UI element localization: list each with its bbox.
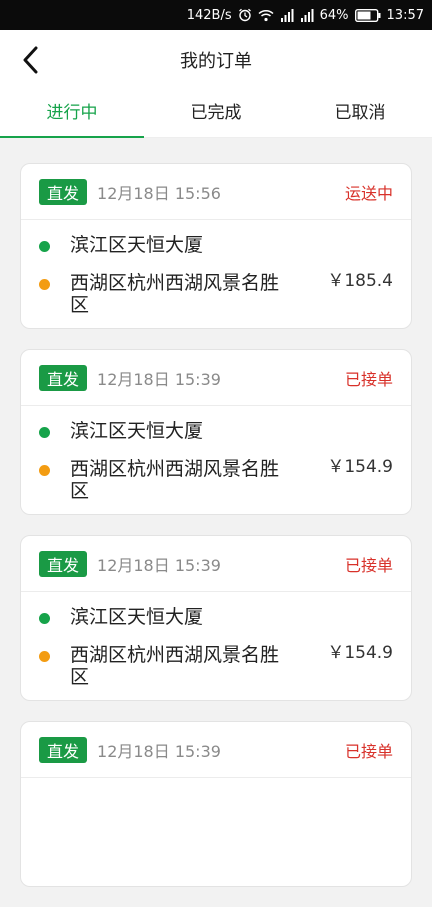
order-time: 12月18日 15:39 [97, 369, 221, 389]
order-card[interactable]: 直发 12月18日 15:56 运送中 滨江区天恒大厦 西湖区杭州西湖风景名胜区… [20, 163, 412, 329]
signal-icon-2 [300, 8, 314, 22]
order-card-header: 直发 12月18日 15:39 已接单 [21, 722, 411, 778]
back-button[interactable] [14, 44, 46, 76]
alarm-icon [238, 8, 252, 22]
origin-dot-icon [39, 613, 50, 624]
order-status: 已接单 [344, 369, 393, 389]
tab-cancelled[interactable]: 已取消 [288, 90, 432, 137]
order-card[interactable]: 直发 12月18日 15:39 已接单 滨江区天恒大厦 西湖区杭州西湖风景名胜区… [20, 349, 412, 515]
order-price: ￥154.9 [327, 643, 393, 663]
destination-dot-icon [39, 279, 50, 290]
origin-address-text: 滨江区天恒大厦 [70, 420, 204, 442]
origin-address-text: 滨江区天恒大厦 [70, 606, 204, 628]
destination-dot-icon [39, 651, 50, 662]
chevron-left-icon [23, 46, 38, 74]
tab-bar: 进行中 已完成 已取消 [0, 90, 432, 138]
order-status: 已接单 [344, 741, 393, 761]
order-type-badge: 直发 [39, 550, 88, 577]
destination-address-text: 西湖区杭州西湖风景名胜区 [70, 272, 280, 316]
origin-dot-icon [39, 241, 50, 252]
order-card-body: 滨江区天恒大厦 西湖区杭州西湖风景名胜区 ￥154.9 [21, 592, 411, 700]
order-time: 12月18日 15:39 [97, 741, 221, 761]
origin-address-text: 滨江区天恒大厦 [70, 234, 204, 256]
origin-address: 滨江区天恒大厦 [39, 234, 299, 256]
origin-address: 滨江区天恒大厦 [39, 420, 299, 442]
order-card-header: 直发 12月18日 15:39 已接单 [21, 536, 411, 592]
order-list: 直发 12月18日 15:56 运送中 滨江区天恒大厦 西湖区杭州西湖风景名胜区… [20, 163, 412, 907]
destination-address-text: 西湖区杭州西湖风景名胜区 [70, 458, 280, 502]
tab-in-progress[interactable]: 进行中 [0, 90, 144, 138]
network-speed: 142B/s [186, 7, 232, 23]
order-status: 运送中 [344, 183, 393, 203]
order-status: 已接单 [344, 555, 393, 575]
tab-completed[interactable]: 已完成 [144, 90, 288, 137]
destination-address: 西湖区杭州西湖风景名胜区 [39, 458, 299, 502]
battery-icon [354, 8, 381, 22]
status-bar: 142B/s 64% 13:57 [0, 0, 432, 30]
order-card-body: 滨江区天恒大厦 西湖区杭州西湖风景名胜区 ￥154.9 [21, 406, 411, 514]
order-card-body: 滨江区天恒大厦 西湖区杭州西湖风景名胜区 ￥185.4 [21, 220, 411, 328]
battery-percent: 64% [319, 7, 349, 23]
signal-icon [280, 8, 294, 22]
origin-dot-icon [39, 427, 50, 438]
order-type-badge: 直发 [39, 364, 88, 391]
destination-address: 西湖区杭州西湖风景名胜区 [39, 272, 299, 316]
wifi-icon [258, 9, 274, 22]
order-time: 12月18日 15:39 [97, 555, 221, 575]
page-title: 我的订单 [180, 51, 252, 72]
order-card-header: 直发 12月18日 15:56 运送中 [21, 164, 411, 220]
app-bar: 我的订单 [0, 30, 432, 90]
origin-address: 滨江区天恒大厦 [39, 606, 299, 628]
order-type-badge: 直发 [39, 736, 88, 763]
order-card[interactable]: 直发 12月18日 15:39 已接单 滨江区天恒大厦 西湖区杭州西湖风景名胜区… [20, 535, 412, 701]
order-price: ￥185.4 [327, 271, 393, 291]
order-card[interactable]: 直发 12月18日 15:39 已接单 [20, 721, 412, 887]
destination-address: 西湖区杭州西湖风景名胜区 [39, 644, 299, 688]
clock: 13:57 [386, 7, 424, 23]
order-time: 12月18日 15:56 [97, 183, 221, 203]
order-price: ￥154.9 [327, 457, 393, 477]
destination-address-text: 西湖区杭州西湖风景名胜区 [70, 644, 280, 688]
order-type-badge: 直发 [39, 178, 88, 205]
destination-dot-icon [39, 465, 50, 476]
order-card-header: 直发 12月18日 15:39 已接单 [21, 350, 411, 406]
